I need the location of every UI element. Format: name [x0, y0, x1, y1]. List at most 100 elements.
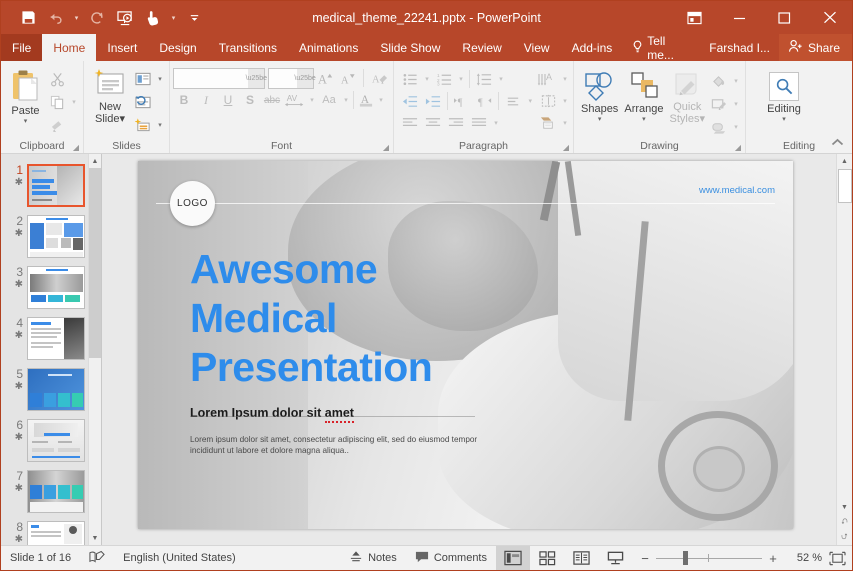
character-spacing-dropdown-icon[interactable]: ▾ — [307, 96, 317, 104]
comments-button[interactable]: Comments — [406, 546, 496, 570]
numbering-dropdown-icon[interactable]: ▾ — [456, 75, 466, 83]
slide-thumbnail-8[interactable]: 8 ✱ — [1, 517, 101, 545]
normal-view-button[interactable] — [496, 546, 530, 570]
language-status[interactable]: English (United States) — [114, 546, 245, 570]
slide-count[interactable]: Slide 1 of 16 — [1, 546, 80, 570]
change-case-icon[interactable]: Aa — [317, 89, 341, 111]
align-text-icon[interactable] — [502, 90, 524, 112]
tab-transitions[interactable]: Transitions — [208, 34, 288, 61]
tab-insert[interactable]: Insert — [96, 34, 148, 61]
align-text-dropdown-icon[interactable]: ▾ — [525, 97, 535, 105]
thumb-preview[interactable] — [27, 215, 85, 258]
slide-edit-area[interactable]: LOGO www.medical.com Awesome Medical Pre… — [102, 154, 852, 545]
align-left-icon[interactable] — [399, 112, 421, 134]
font-size-combo[interactable]: \u25be — [268, 68, 314, 89]
slide-thumbnail-1[interactable]: 1 ✱ — [1, 160, 101, 211]
bold-button[interactable]: B — [173, 89, 195, 111]
change-case-dropdown-icon[interactable]: ▾ — [341, 96, 351, 104]
tab-add-ins[interactable]: Add-ins — [561, 34, 624, 61]
font-color-icon[interactable]: A — [356, 89, 376, 111]
slide-show-view-button[interactable] — [598, 546, 632, 570]
tab-home[interactable]: Home — [42, 34, 96, 61]
thumbnail-scroll-up-icon[interactable]: ▲ — [89, 154, 101, 168]
zoom-in-button[interactable]: + — [768, 551, 778, 566]
columns-dropdown-icon[interactable]: ▾ — [560, 97, 570, 105]
paragraph-dialog-launcher[interactable]: ◢ — [563, 143, 569, 152]
bullets-icon[interactable] — [399, 68, 421, 90]
reading-view-button[interactable] — [564, 546, 598, 570]
spellcheck-status[interactable] — [80, 546, 114, 570]
line-spacing-icon[interactable] — [473, 68, 495, 90]
current-slide[interactable]: LOGO www.medical.com Awesome Medical Pre… — [138, 161, 793, 529]
redo-icon[interactable] — [84, 6, 110, 30]
tab-review[interactable]: Review — [451, 34, 512, 61]
slide-sorter-view-button[interactable] — [530, 546, 564, 570]
next-slide-icon[interactable]: ⮍ — [837, 530, 852, 545]
website-url[interactable]: www.medical.com — [699, 185, 775, 196]
editing-dropdown-icon[interactable]: ▾ — [782, 116, 786, 123]
new-slide-button[interactable]: New Slide▾ — [88, 66, 132, 125]
shapes-button[interactable]: Shapes ▾ — [578, 68, 621, 123]
align-center-icon[interactable] — [422, 112, 444, 134]
arrange-dropdown-icon[interactable]: ▾ — [642, 116, 646, 123]
slide-body-text[interactable]: Lorem ipsum dolor sit amet, consectetur … — [190, 434, 490, 456]
strikethrough-button[interactable]: abc — [261, 89, 283, 111]
thumb-preview[interactable] — [27, 521, 85, 545]
slide-thumbnail-pane[interactable]: 1 ✱ 2 ✱ — [1, 154, 102, 545]
thumb-preview[interactable] — [27, 317, 85, 360]
section-dropdown-icon[interactable]: ▾ — [155, 121, 165, 129]
clear-formatting-icon[interactable]: A — [369, 67, 390, 89]
account-name[interactable]: Farshad I... — [700, 34, 779, 61]
zoom-slider-handle[interactable] — [683, 551, 688, 565]
slide-thumbnail-4[interactable]: 4 ✱ — [1, 313, 101, 364]
previous-slide-icon[interactable]: ⮏ — [837, 515, 852, 530]
arrange-button[interactable]: Arrange ▾ — [621, 68, 666, 123]
smartart-dropdown-icon[interactable]: ▾ — [560, 119, 570, 127]
thumb-preview[interactable] — [27, 419, 85, 462]
zoom-percentage[interactable]: 52 % — [786, 552, 822, 564]
columns-icon[interactable] — [537, 90, 559, 112]
quick-styles-button[interactable]: Quick Styles▾ — [667, 68, 708, 125]
scroll-down-icon[interactable]: ▼ — [837, 500, 852, 515]
bullets-dropdown-icon[interactable]: ▾ — [422, 75, 432, 83]
format-painter-icon[interactable] — [46, 114, 68, 136]
tell-me-search[interactable]: Tell me... — [623, 34, 700, 61]
thumb-preview[interactable] — [27, 164, 85, 207]
thumb-preview[interactable] — [27, 470, 85, 513]
justify-dropdown-icon[interactable]: ▾ — [491, 119, 501, 127]
notes-button[interactable]: Notes — [340, 546, 406, 570]
italic-button[interactable]: I — [195, 89, 217, 111]
numbering-icon[interactable]: 123 — [433, 68, 455, 90]
layout-icon[interactable] — [132, 68, 154, 90]
shape-outline-icon[interactable] — [708, 93, 730, 115]
slide-title[interactable]: Awesome Medical Presentation — [190, 245, 432, 392]
shapes-dropdown-icon[interactable]: ▾ — [598, 116, 602, 123]
tab-file[interactable]: File — [1, 34, 42, 61]
right-to-left-icon[interactable]: ¶ — [474, 90, 496, 112]
left-to-right-icon[interactable]: ¶ — [451, 90, 473, 112]
layout-dropdown-icon[interactable]: ▾ — [155, 75, 165, 83]
tab-slide-show[interactable]: Slide Show — [369, 34, 451, 61]
shape-outline-dropdown-icon[interactable]: ▾ — [731, 100, 741, 108]
grow-font-icon[interactable]: A — [317, 67, 336, 89]
collapse-ribbon-icon[interactable] — [831, 138, 844, 150]
font-size-dropdown-icon[interactable]: \u25be — [297, 69, 313, 88]
touch-mode-dropdown-icon[interactable]: ▾ — [168, 6, 179, 30]
copy-dropdown-icon[interactable]: ▾ — [69, 98, 79, 106]
align-right-icon[interactable] — [445, 112, 467, 134]
thumbnail-scroll-thumb[interactable] — [89, 168, 101, 358]
increase-indent-icon[interactable] — [422, 90, 444, 112]
thumbnail-scroll-down-icon[interactable]: ▼ — [89, 531, 101, 545]
thumb-preview[interactable] — [27, 368, 85, 411]
fit-slide-to-window-button[interactable] — [822, 546, 852, 570]
zoom-control[interactable]: − + — [632, 546, 786, 570]
convert-to-smartart-icon[interactable] — [537, 112, 559, 134]
zoom-slider[interactable] — [656, 546, 762, 570]
slide-thumbnail-2[interactable]: 2 ✱ — [1, 211, 101, 262]
close-icon[interactable] — [807, 1, 852, 34]
customize-quick-access-icon[interactable] — [181, 6, 207, 30]
touch-mouse-mode-icon[interactable] — [140, 6, 166, 30]
clipboard-dialog-launcher[interactable]: ◢ — [73, 143, 79, 152]
cut-icon[interactable] — [46, 68, 68, 90]
justify-icon[interactable] — [468, 112, 490, 134]
